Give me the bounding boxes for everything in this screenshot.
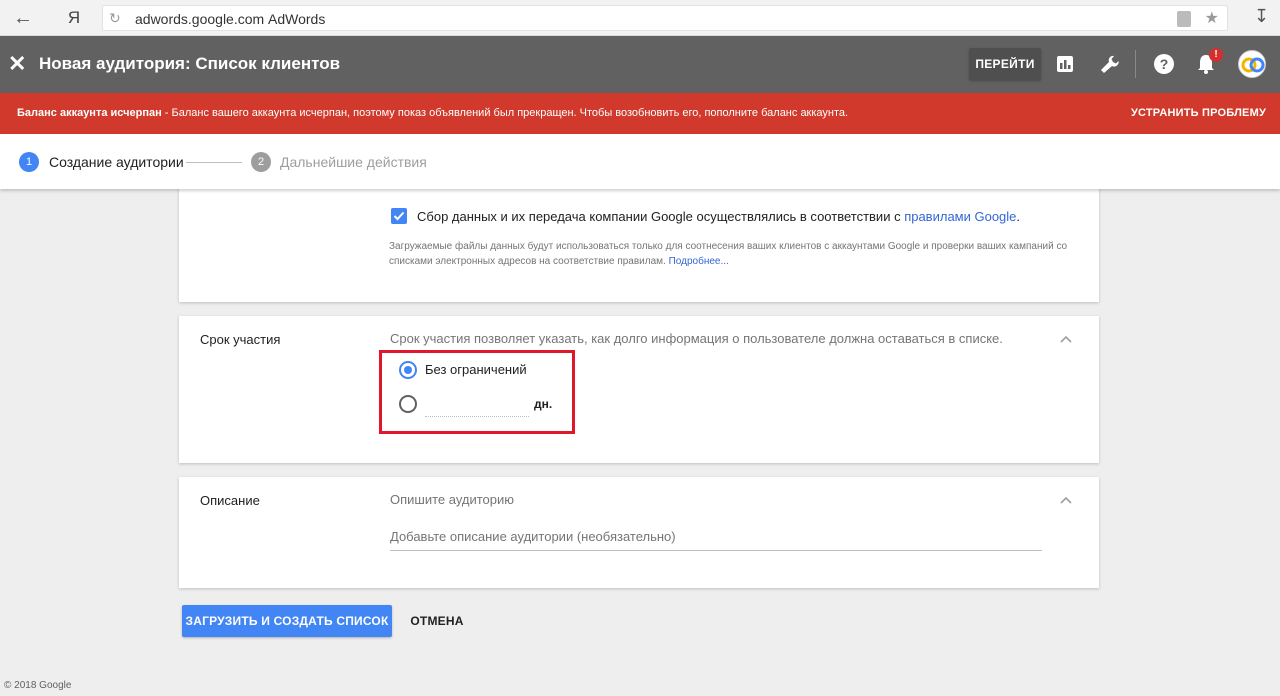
highlight-frame xyxy=(379,350,575,434)
balance-alert: Баланс аккаунта исчерпан - Баланс вашего… xyxy=(0,93,1280,134)
chevron-up-icon[interactable] xyxy=(1058,493,1074,509)
step-connector xyxy=(186,162,242,163)
consent-card: Сбор данных и их передача компании Googl… xyxy=(179,180,1099,302)
wrench-icon[interactable] xyxy=(1094,50,1122,78)
page-title: Новая аудитория: Список клиентов xyxy=(39,54,341,73)
step-1-label: Создание аудитории xyxy=(49,154,184,170)
consent-text-end: . xyxy=(1016,209,1021,224)
description-input[interactable] xyxy=(390,523,1042,551)
consent-help-text: Загружаемые файлы данных будут использов… xyxy=(389,239,1079,269)
browser-toolbar: ← Я ↻ adwords.google.com AdWords ★ ↧ xyxy=(0,0,1280,36)
yandex-icon[interactable]: Я xyxy=(62,6,86,30)
step-1-number: 1 xyxy=(19,152,39,172)
download-icon[interactable]: ↧ xyxy=(1254,6,1269,27)
learn-more-link[interactable]: Подробнее... xyxy=(669,256,729,267)
fix-problem-button[interactable]: УСТРАНИТЬ ПРОБЛЕМУ xyxy=(1131,107,1266,119)
goto-button[interactable]: ПЕРЕЙТИ xyxy=(969,48,1041,80)
address-domain: adwords.google.com xyxy=(135,11,265,27)
reports-icon[interactable] xyxy=(1051,50,1079,78)
stepper: 1 Создание аудитории 2 Дальнейшие действ… xyxy=(0,134,1280,189)
description-hint: Опишите аудиторию xyxy=(390,492,515,507)
checkmark-icon xyxy=(393,211,405,221)
membership-card: Срок участия Срок участия позволяет указ… xyxy=(179,316,1099,463)
google-policies-link[interactable]: правилами Google xyxy=(904,209,1016,224)
step-2-number: 2 xyxy=(251,152,271,172)
reload-icon[interactable]: ↻ xyxy=(109,10,121,27)
notification-badge: ! xyxy=(1209,48,1223,62)
copyright: © 2018 Google xyxy=(4,680,72,691)
description-label: Описание xyxy=(200,493,260,508)
star-icon[interactable]: ★ xyxy=(1205,8,1219,28)
upload-and-create-button[interactable]: ЗАГРУЗИТЬ И СОЗДАТЬ СПИСОК xyxy=(182,605,392,637)
chevron-up-icon[interactable] xyxy=(1058,332,1074,348)
description-card: Описание Опишите аудиторию xyxy=(179,477,1099,588)
consent-checkbox[interactable] xyxy=(391,208,407,224)
svg-text:?: ? xyxy=(1160,56,1169,72)
address-page-title: AdWords xyxy=(268,11,326,27)
consent-label: Сбор данных и их передача компании Googl… xyxy=(417,209,1020,224)
consent-text: Сбор данных и их передача компании Googl… xyxy=(417,209,905,224)
lock-icon[interactable] xyxy=(1177,11,1191,27)
header-divider xyxy=(1135,50,1136,78)
step-2-label: Дальнейшие действия xyxy=(280,154,427,170)
alert-body: - Баланс вашего аккаунта исчерпан, поэто… xyxy=(161,107,849,119)
close-icon[interactable]: ✕ xyxy=(8,50,28,78)
help-icon[interactable]: ? xyxy=(1150,50,1178,78)
app-header: ✕ Новая аудитория: Список клиентов ПЕРЕЙ… xyxy=(0,36,1280,93)
alert-title: Баланс аккаунта исчерпан xyxy=(17,107,162,119)
cancel-button[interactable]: ОТМЕНА xyxy=(402,605,472,637)
back-arrow-icon[interactable]: ← xyxy=(8,6,38,30)
address-bar[interactable]: ↻ adwords.google.com AdWords ★ xyxy=(102,5,1228,31)
membership-label: Срок участия xyxy=(200,332,281,347)
alert-message: Баланс аккаунта исчерпан - Баланс вашего… xyxy=(17,107,848,119)
membership-description: Срок участия позволяет указать, как долг… xyxy=(390,331,1003,346)
avatar[interactable] xyxy=(1238,50,1266,78)
